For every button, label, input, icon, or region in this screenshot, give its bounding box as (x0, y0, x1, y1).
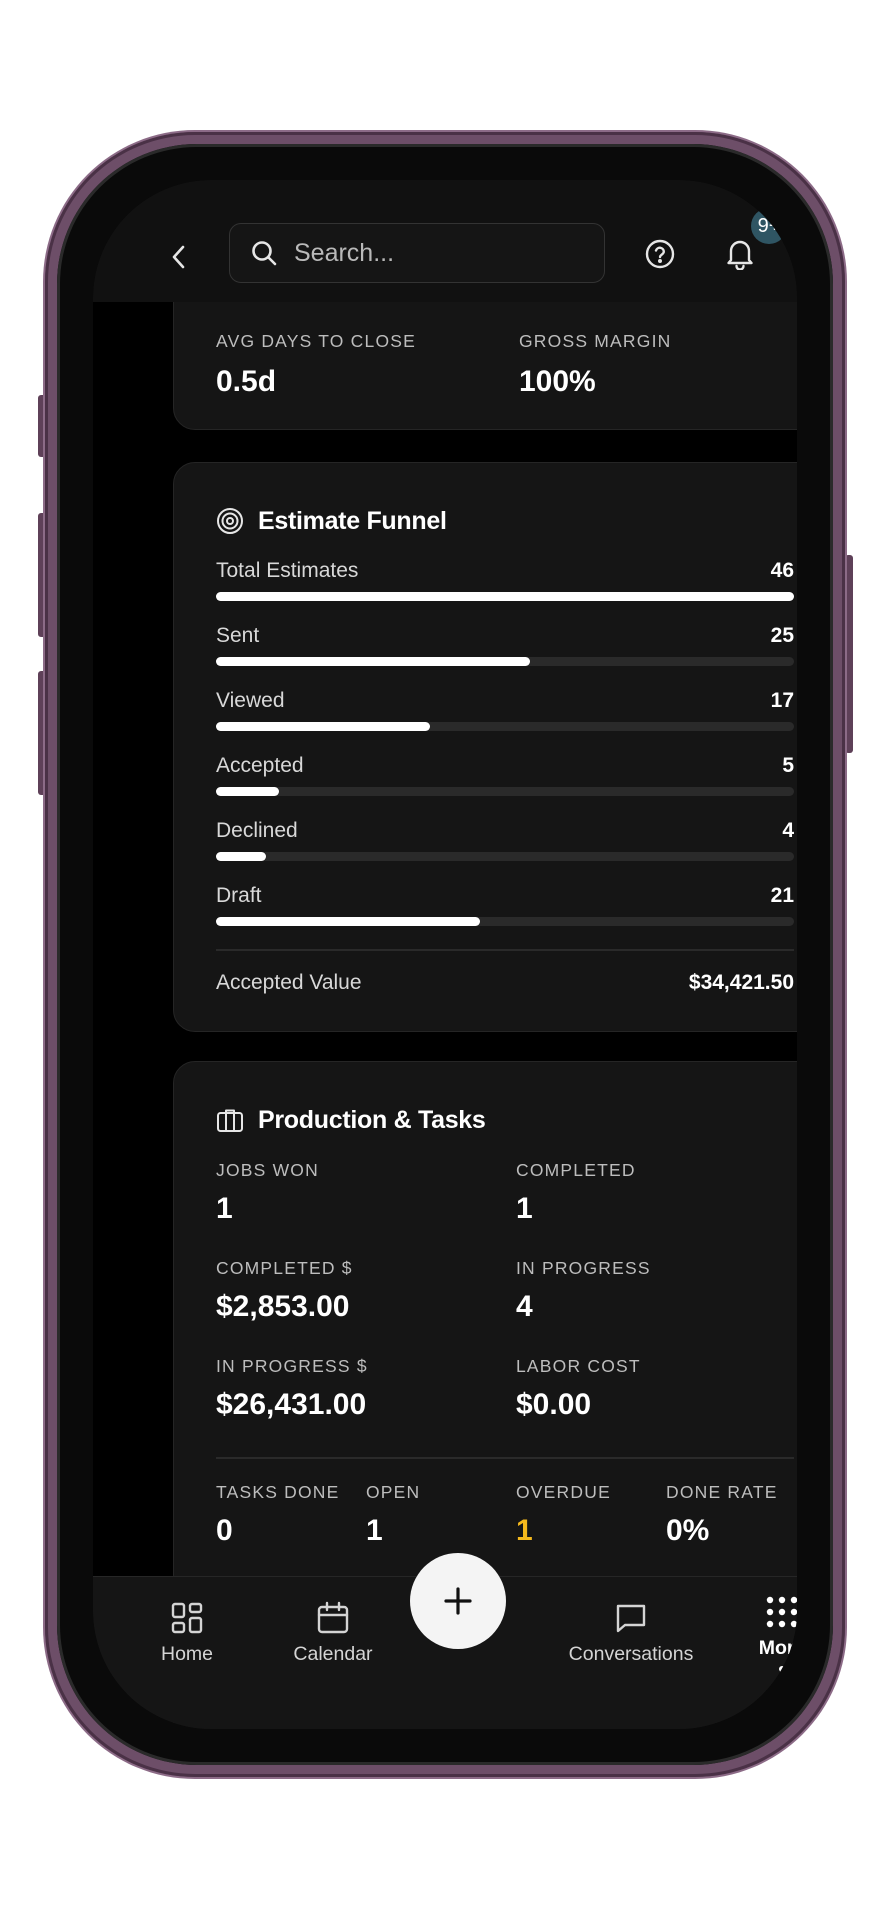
tasks-done-value: 0 (216, 1514, 233, 1547)
open-tasks-value: 1 (366, 1514, 383, 1547)
completed-amount-label: COMPLETED $ (216, 1258, 353, 1278)
funnel-row-fill (216, 722, 430, 731)
funnel-row-count: 46 (770, 559, 794, 582)
in-progress-amount-label: IN PROGRESS $ (216, 1356, 368, 1376)
overdue-label: OVERDUE (516, 1482, 611, 1502)
phone-frame: AVG DAYS TO CLOSE 0.5d GROSS MARGIN 100%… (45, 132, 845, 1777)
back-button[interactable] (165, 243, 193, 271)
avg-days-to-close-label: AVG DAYS TO CLOSE (216, 331, 416, 351)
nav-calendar-label: Calendar (293, 1643, 373, 1665)
funnel-row-fill (216, 787, 279, 796)
dashboard-content: AVG DAYS TO CLOSE 0.5d GROSS MARGIN 100%… (93, 180, 797, 1729)
plus-icon (444, 1587, 472, 1615)
nav-calendar[interactable]: Calendar (273, 1601, 393, 1666)
avatar[interactable] (793, 235, 797, 273)
funnel-row-count: 5 (782, 754, 794, 777)
funnel-row-count: 25 (770, 624, 794, 647)
jobs-won-value: 1 (216, 1192, 233, 1225)
phone-bezel: AVG DAYS TO CLOSE 0.5d GROSS MARGIN 100%… (57, 144, 833, 1765)
active-indicator-dot (779, 1666, 785, 1672)
message-icon (616, 1604, 646, 1633)
funnel-row-count: 4 (782, 819, 794, 842)
in-progress-label: IN PROGRESS (516, 1258, 651, 1278)
top-bar: 9+ (93, 180, 797, 302)
help-icon[interactable] (644, 238, 676, 270)
production-tasks-card: Production & Tasks JOBS WON 1 COMPLETED … (173, 1061, 797, 1597)
funnel-row-label: Viewed (216, 689, 285, 712)
funnel-row-count: 21 (770, 884, 794, 907)
done-rate-value: 0% (666, 1514, 710, 1547)
funnel-row-fill (216, 852, 267, 861)
bell-icon[interactable] (723, 236, 757, 270)
in-progress-value: 4 (516, 1290, 533, 1323)
funnel-row-fill (216, 917, 481, 926)
tasks-done-label: TASKS DONE (216, 1482, 340, 1502)
funnel-row-fill (216, 657, 530, 666)
funnel-row-track (216, 592, 794, 601)
funnel-row-track (216, 787, 794, 796)
gross-margin-value: 100% (519, 365, 596, 398)
chevron-left-icon (172, 245, 185, 269)
search-input[interactable] (292, 237, 576, 269)
grid-icon (171, 1602, 203, 1634)
funnel-row-count: 17 (770, 689, 794, 712)
funnel-row-label: Declined (216, 819, 298, 842)
funnel-row-fill (216, 592, 794, 601)
gross-margin-label: GROSS MARGIN (519, 331, 672, 351)
funnel-row-label: Accepted (216, 754, 304, 777)
funnel-row-track (216, 852, 794, 861)
accepted-value-amount: $34,421.50 (688, 971, 794, 994)
labor-cost-label: LABOR COST (516, 1356, 641, 1376)
nav-conversations[interactable]: Conversations (541, 1601, 721, 1666)
funnel-row-label: Total Estimates (216, 559, 359, 582)
done-rate-label: DONE RATE (666, 1482, 778, 1502)
nav-home-label: Home (160, 1643, 214, 1665)
tasks-divider (216, 1457, 794, 1459)
funnel-row-track (216, 722, 794, 731)
production-tasks-title: Production & Tasks (258, 1106, 486, 1134)
briefcase-icon (217, 1109, 243, 1132)
in-progress-amount-value: $26,431.00 (216, 1388, 367, 1421)
app-screen: AVG DAYS TO CLOSE 0.5d GROSS MARGIN 100%… (93, 180, 797, 1729)
avg-days-to-close-value: 0.5d (216, 365, 277, 398)
add-button[interactable] (410, 1553, 506, 1649)
search-icon (250, 239, 278, 267)
completed-label: COMPLETED (516, 1160, 636, 1180)
accepted-value-label: Accepted Value (216, 971, 362, 994)
completed-value: 1 (516, 1192, 533, 1225)
phone-power-button (845, 555, 853, 753)
nav-conversations-label: Conversations (568, 1643, 694, 1665)
funnel-row-label: Sent (216, 624, 260, 647)
search-bar[interactable] (229, 223, 605, 283)
target-icon (217, 508, 243, 534)
funnel-divider (216, 949, 794, 951)
calendar-icon (317, 1601, 349, 1634)
notification-badge: 9+ (751, 208, 787, 244)
nav-home[interactable]: Home (127, 1601, 247, 1666)
funnel-row-track (216, 917, 794, 926)
estimate-funnel-title: Estimate Funnel (258, 507, 447, 535)
open-tasks-label: OPEN (366, 1482, 421, 1502)
funnel-row-label: Draft (216, 884, 262, 907)
funnel-row-track (216, 657, 794, 666)
dots-grid-icon (766, 1596, 797, 1628)
completed-amount-value: $2,853.00 (216, 1290, 350, 1323)
labor-cost-value: $0.00 (516, 1388, 592, 1421)
nav-more[interactable]: More (727, 1595, 797, 1672)
estimate-funnel-card: Estimate Funnel Total Estimates 46 Sent 25 V… (173, 462, 797, 1032)
bottom-navigation: Home Calendar Conversations Mor (93, 1553, 797, 1729)
nav-more-label: More (758, 1637, 797, 1659)
overdue-value: 1 (516, 1514, 533, 1547)
jobs-won-label: JOBS WON (216, 1160, 319, 1180)
